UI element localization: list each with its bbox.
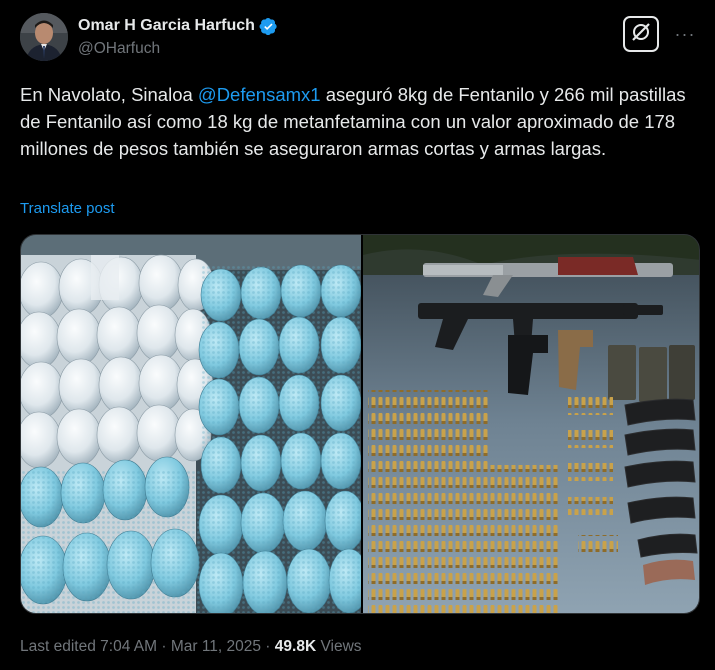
post-date[interactable]: Mar 11, 2025 xyxy=(171,638,261,655)
post-meta: Last edited 7:04 AM · Mar 11, 2025 · 49.… xyxy=(20,638,362,656)
post-text: En Navolato, Sinaloa @Defensamx1 aseguró… xyxy=(20,81,700,162)
more-options-icon: ··· xyxy=(674,23,696,44)
meta-separator-2: · xyxy=(261,638,275,655)
post-header: Omar H Garcia Harfuch @OHarfuch ··· xyxy=(20,13,700,63)
avatar[interactable] xyxy=(20,13,68,61)
post-text-start: En Navolato, Sinaloa xyxy=(20,84,198,105)
photo-drugs[interactable] xyxy=(21,235,370,613)
grok-button[interactable] xyxy=(623,16,659,52)
grok-icon xyxy=(630,21,652,48)
views-count: 49.8K xyxy=(274,638,317,655)
meta-separator: · xyxy=(157,638,171,655)
more-options-button[interactable]: ··· xyxy=(670,19,700,49)
verified-badge-icon[interactable] xyxy=(259,17,278,36)
views-label: Views xyxy=(316,638,362,655)
media-grid xyxy=(20,234,700,614)
photo-weapons[interactable] xyxy=(363,235,699,613)
translate-post-link[interactable]: Translate post xyxy=(20,200,115,217)
author-handle[interactable]: @OHarfuch xyxy=(78,40,278,58)
author-name-text: Omar H Garcia Harfuch xyxy=(78,17,255,34)
author-display-name[interactable]: Omar H Garcia Harfuch xyxy=(78,15,278,37)
post-time[interactable]: 7:04 AM xyxy=(100,638,157,655)
mention-link[interactable]: @Defensamx1 xyxy=(198,84,321,105)
edited-label[interactable]: Last edited xyxy=(20,638,100,655)
